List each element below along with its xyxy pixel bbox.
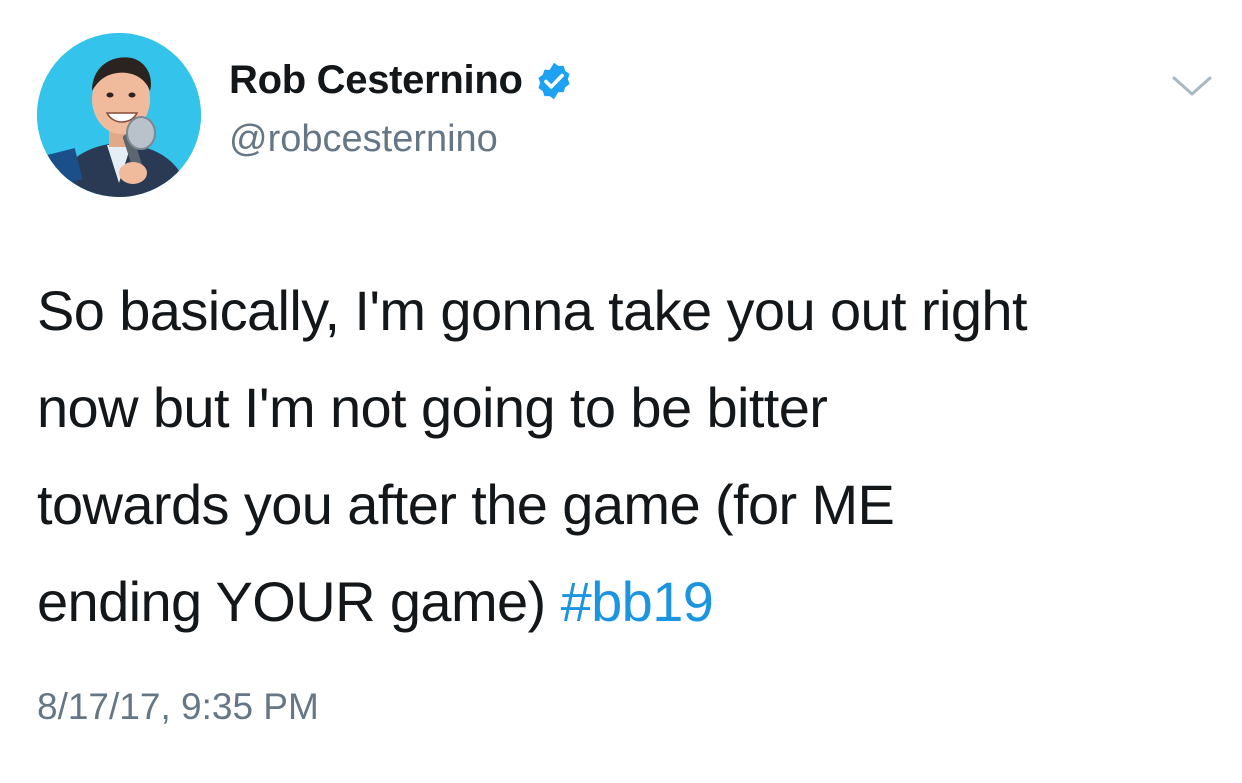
- tweet-text: So basically, I'm gonna take you out rig…: [37, 262, 1217, 650]
- verified-badge-icon: [533, 60, 575, 102]
- tweet-text-line: now but I'm not going to be bitter: [37, 376, 828, 439]
- display-name[interactable]: Rob Cesternino: [229, 58, 575, 103]
- hashtag-link[interactable]: #bb19: [561, 570, 714, 633]
- tweet-text-line-last: ending YOUR game) #bb19: [37, 553, 1217, 650]
- tweet-timestamp[interactable]: 8/17/17, 9:35 PM: [37, 686, 319, 728]
- chevron-down-icon[interactable]: [1170, 72, 1214, 100]
- display-name-text[interactable]: Rob Cesternino: [229, 58, 523, 103]
- tweet-card: Rob Cesternino @robcesternino So basical…: [0, 0, 1242, 783]
- tweet-text-fragment: ending YOUR game): [37, 570, 546, 633]
- avatar[interactable]: [37, 33, 201, 197]
- avatar-photo: [37, 33, 201, 197]
- user-handle[interactable]: @robcesternino: [229, 118, 498, 161]
- tweet-text-line: So basically, I'm gonna take you out rig…: [37, 279, 1028, 342]
- tweet-text-line: towards you after the game (for ME: [37, 473, 895, 536]
